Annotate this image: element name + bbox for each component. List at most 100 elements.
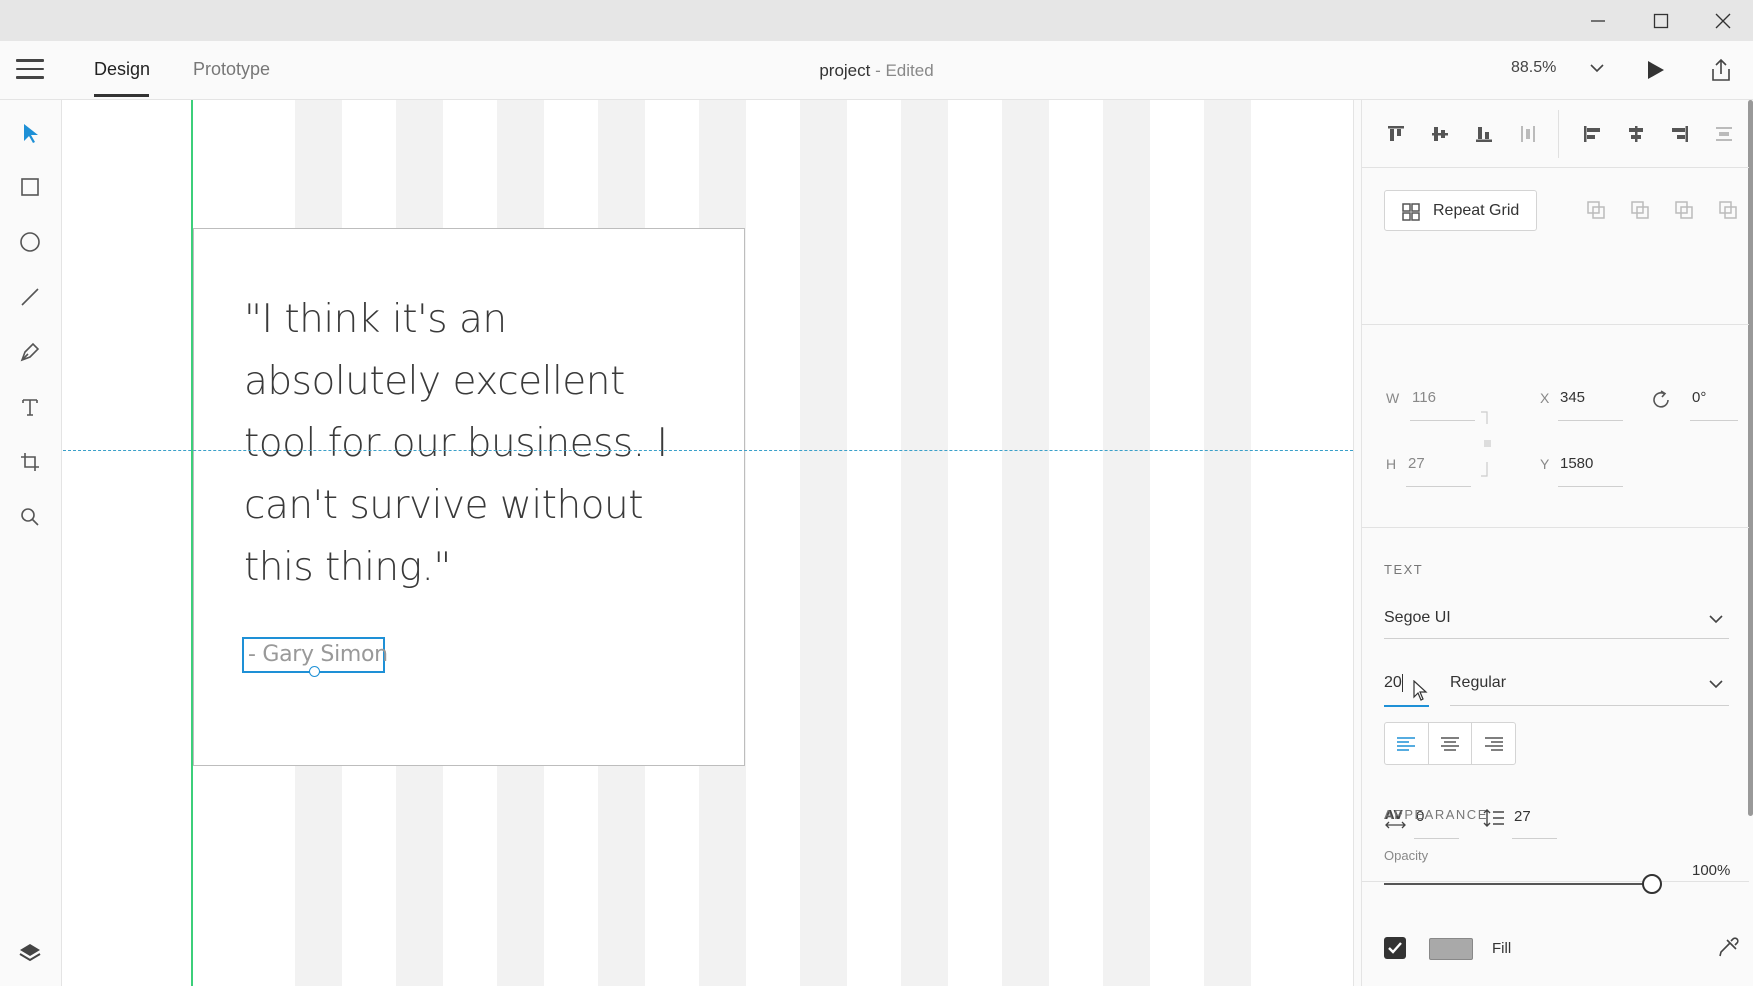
font-size-underline <box>1384 705 1429 707</box>
rotation-input[interactable]: 0° <box>1692 389 1706 406</box>
quote-text[interactable]: "I think it's an absolutely excellent to… <box>244 289 704 599</box>
boolean-add-icon[interactable] <box>1584 198 1608 222</box>
rotate-icon <box>1653 390 1669 408</box>
boolean-exclude-icon[interactable] <box>1716 198 1740 222</box>
document-name: project <box>819 61 871 80</box>
author-text[interactable]: - Gary Simon <box>248 642 388 667</box>
close-icon <box>1715 13 1731 28</box>
text-icon <box>22 399 38 416</box>
line-spacing-input[interactable]: 27 <box>1514 808 1531 825</box>
artboard-tool[interactable] <box>15 447 45 477</box>
width-label: W <box>1386 390 1400 406</box>
repeat-grid-section: Repeat Grid <box>1362 168 1749 325</box>
height-label: H <box>1386 456 1397 472</box>
minimize-button[interactable] <box>1568 0 1628 41</box>
y-label: Y <box>1540 456 1550 472</box>
y-input[interactable]: 1580 <box>1560 455 1593 472</box>
design-canvas[interactable]: "I think it's an absolutely excellent to… <box>63 100 1353 986</box>
align-left-icon[interactable] <box>1580 122 1604 146</box>
align-center-icon[interactable] <box>1624 122 1648 146</box>
zoom-icon <box>21 508 39 526</box>
layout-grid-column <box>800 100 847 986</box>
lock-aspect-icon[interactable] <box>1480 410 1494 480</box>
text-section: TEXT Segoe UI 20 Regular AV 0 27 <box>1362 528 1749 882</box>
app-toolbar: Design Prototype project - Edited 88.5% <box>0 41 1753 100</box>
share-icon[interactable] <box>1709 57 1733 83</box>
active-tab-indicator <box>94 94 149 97</box>
text-align-group <box>1384 722 1516 765</box>
line-icon <box>21 288 39 306</box>
text-align-center-button[interactable] <box>1429 723 1473 764</box>
select-tool[interactable] <box>15 118 45 148</box>
font-weight-select[interactable]: Regular <box>1450 674 1506 692</box>
ellipse-tool[interactable] <box>15 227 45 257</box>
rectangle-icon <box>21 178 39 196</box>
fill-checkbox[interactable] <box>1384 937 1406 959</box>
alignment-section <box>1362 100 1749 168</box>
selection-handle[interactable] <box>309 666 320 677</box>
layers-button[interactable] <box>15 938 45 968</box>
fill-label: Fill <box>1492 940 1512 957</box>
opacity-slider-handle[interactable] <box>1642 874 1662 894</box>
zoom-level[interactable]: 88.5% <box>1511 59 1556 77</box>
pen-tool[interactable] <box>15 337 45 367</box>
divider <box>1558 110 1559 158</box>
align-top-icon[interactable] <box>1384 122 1408 146</box>
testimonial-card[interactable]: "I think it's an absolutely excellent to… <box>193 228 745 766</box>
distribute-vertical-icon[interactable] <box>1516 122 1540 146</box>
play-icon[interactable] <box>1646 59 1666 81</box>
align-bottom-icon[interactable] <box>1472 122 1496 146</box>
x-label: X <box>1540 390 1550 406</box>
artboard-icon <box>21 453 39 471</box>
chevron-down-icon[interactable] <box>1709 679 1723 689</box>
opacity-slider-track[interactable] <box>1384 883 1650 885</box>
x-input[interactable]: 345 <box>1560 389 1585 406</box>
select-icon <box>24 124 38 143</box>
width-underline <box>1410 420 1475 421</box>
boolean-intersect-icon[interactable] <box>1672 198 1696 222</box>
font-size-input[interactable]: 20 <box>1384 674 1402 692</box>
repeat-grid-label: Repeat Grid <box>1433 202 1520 219</box>
text-caret <box>1402 674 1403 692</box>
checkmark-icon <box>1388 942 1402 954</box>
height-underline <box>1406 486 1471 487</box>
chevron-down-icon[interactable] <box>1590 63 1604 73</box>
repeat-grid-button[interactable]: Repeat Grid <box>1384 190 1537 231</box>
text-tool[interactable] <box>15 392 45 422</box>
author-text-selection[interactable]: - Gary Simon <box>242 637 388 677</box>
width-input[interactable]: 116 <box>1412 389 1436 406</box>
layers-icon <box>19 944 41 962</box>
text-align-left-button[interactable] <box>1385 723 1429 764</box>
document-status: - Edited <box>870 61 934 80</box>
maximize-button[interactable] <box>1631 0 1691 41</box>
close-button[interactable] <box>1693 0 1753 41</box>
pen-icon <box>20 342 40 362</box>
boolean-subtract-icon[interactable] <box>1628 198 1652 222</box>
mouse-cursor-icon <box>1413 680 1428 701</box>
text-section-title: TEXT <box>1384 562 1424 577</box>
chevron-down-icon[interactable] <box>1709 614 1723 624</box>
rectangle-tool[interactable] <box>15 172 45 202</box>
text-align-right-button[interactable] <box>1472 723 1515 764</box>
window-titlebar <box>0 0 1753 41</box>
character-spacing-underline <box>1414 838 1459 839</box>
minimize-icon <box>1591 19 1605 22</box>
align-middle-icon[interactable] <box>1428 122 1452 146</box>
line-tool[interactable] <box>15 282 45 312</box>
maximize-icon <box>1653 13 1669 28</box>
eyedropper-icon[interactable] <box>1717 937 1739 959</box>
font-family-select[interactable]: Segoe UI <box>1384 609 1451 627</box>
opacity-value[interactable]: 100% <box>1692 862 1730 879</box>
font-family-underline <box>1384 638 1729 639</box>
transform-section: W 116 H 27 X 345 Y 1580 0° <box>1362 325 1749 528</box>
tool-rail <box>0 100 62 986</box>
opacity-label: Opacity <box>1384 848 1429 863</box>
rotation-underline <box>1690 420 1738 421</box>
fill-color-swatch[interactable] <box>1429 938 1473 960</box>
font-weight-underline <box>1450 705 1729 706</box>
distribute-horizontal-icon[interactable] <box>1712 122 1736 146</box>
zoom-tool[interactable] <box>15 502 45 532</box>
document-title: project - Edited <box>0 61 1753 81</box>
align-right-icon[interactable] <box>1668 122 1692 146</box>
height-input[interactable]: 27 <box>1408 455 1425 472</box>
